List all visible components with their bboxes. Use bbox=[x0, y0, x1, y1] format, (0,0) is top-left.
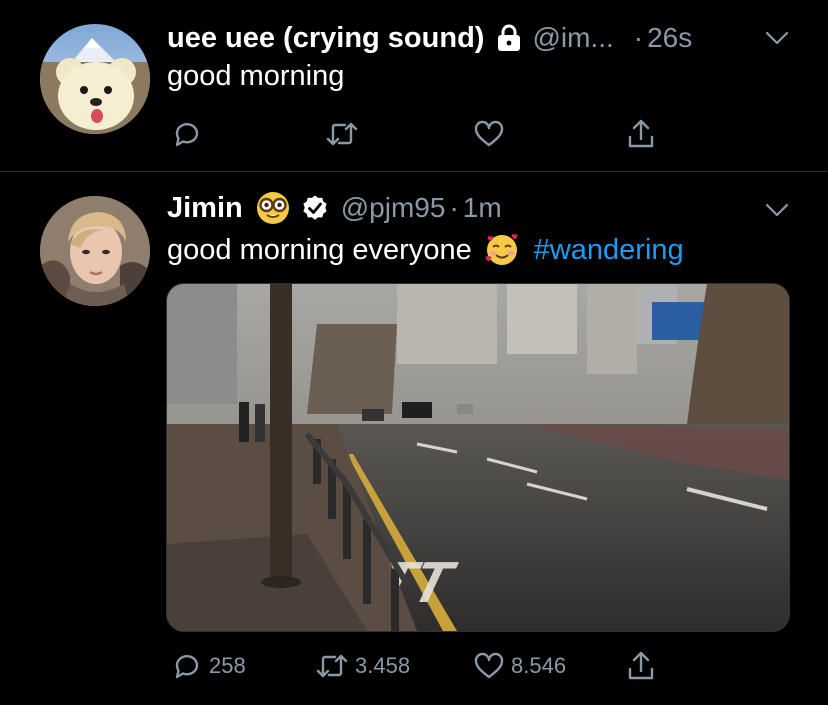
tweet-actions bbox=[167, 114, 667, 154]
separator: · bbox=[633, 22, 644, 53]
retweet-count: 3.458 bbox=[355, 653, 411, 678]
like-button[interactable] bbox=[473, 114, 511, 154]
like-icon bbox=[474, 120, 504, 147]
like-button[interactable]: 8.546 bbox=[473, 646, 566, 686]
smiling-face-with-hearts-emoji bbox=[484, 232, 520, 268]
avatar-jimin[interactable] bbox=[40, 196, 150, 306]
tweet-text: good morning everyone bbox=[167, 233, 472, 266]
reply-button[interactable]: 258 bbox=[171, 646, 246, 686]
share-icon bbox=[628, 119, 654, 148]
display-name[interactable]: uee uee (crying sound) bbox=[167, 22, 484, 55]
avatar-image bbox=[40, 24, 150, 134]
share-icon bbox=[628, 651, 654, 680]
retweet-button[interactable]: 3.458 bbox=[315, 646, 410, 686]
chevron-down-icon[interactable] bbox=[764, 202, 790, 218]
timestamp[interactable]: 26s bbox=[647, 22, 692, 54]
reply-icon bbox=[175, 123, 199, 147]
avatar-teddy-bear[interactable] bbox=[40, 24, 150, 134]
like-icon bbox=[474, 652, 504, 679]
like-count: 8.546 bbox=[511, 653, 567, 678]
reply-count: 258 bbox=[209, 653, 246, 678]
tweet-actions: 258 3.458 8.546 bbox=[167, 646, 667, 686]
verified-badge-icon bbox=[301, 194, 329, 222]
retweet-icon bbox=[326, 122, 358, 146]
retweet-icon bbox=[316, 654, 348, 678]
handle[interactable]: @im... bbox=[532, 22, 613, 54]
separator: · bbox=[449, 192, 459, 223]
tweet-2[interactable]: Jimin @pjm95 · 1m good morning everyone … bbox=[0, 172, 828, 705]
reply-button[interactable] bbox=[171, 114, 209, 154]
reply-icon bbox=[175, 655, 199, 679]
timestamp[interactable]: 1m bbox=[463, 192, 502, 224]
avatar-image bbox=[40, 196, 150, 306]
share-button[interactable] bbox=[625, 114, 657, 154]
chevron-down-icon[interactable] bbox=[764, 30, 790, 46]
display-name[interactable]: Jimin bbox=[167, 192, 243, 225]
street-photo: LITT bbox=[167, 284, 789, 631]
handle[interactable]: @pjm95 bbox=[341, 192, 446, 224]
tweet-header: uee uee (crying sound) @im... · 26s bbox=[167, 18, 692, 58]
tweet-media-photo[interactable]: LITT bbox=[166, 283, 790, 632]
tweet-1[interactable]: uee uee (crying sound) @im... · 26s good… bbox=[0, 0, 828, 170]
lock-icon bbox=[496, 24, 522, 52]
tweet-header: Jimin @pjm95 · 1m bbox=[167, 188, 502, 228]
hashtag-link[interactable]: #wandering bbox=[534, 234, 684, 267]
retweet-button[interactable] bbox=[325, 114, 365, 154]
tweet-text-line: good morning everyone #wandering bbox=[167, 232, 684, 268]
share-button[interactable] bbox=[625, 646, 657, 686]
tweet-text: good morning bbox=[167, 60, 345, 92]
nerd-face-emoji bbox=[255, 190, 291, 226]
